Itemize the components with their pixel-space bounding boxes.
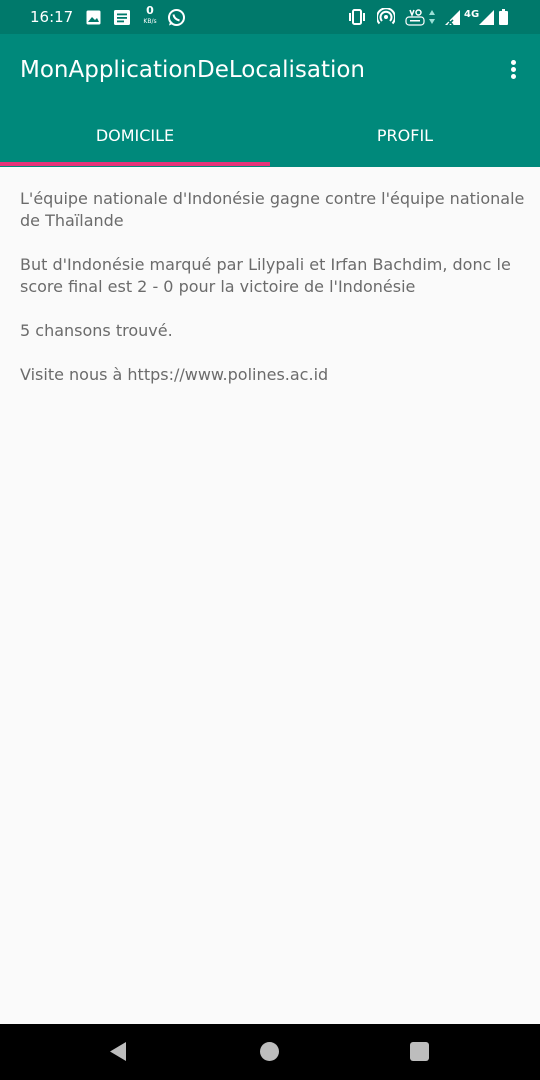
image-icon	[86, 8, 101, 26]
more-vert-dot	[511, 67, 516, 72]
tab-domicile[interactable]: DOMICILE	[0, 104, 270, 167]
app-title: MonApplicationDeLocalisation	[20, 57, 365, 83]
net-speed: 0 KB/s	[139, 4, 161, 26]
more-vert-icon[interactable]	[502, 55, 526, 85]
status-bar: 16:17 0 KB/s 4G	[0, 0, 540, 34]
recents-icon[interactable]	[410, 1042, 429, 1061]
message-icon	[114, 8, 130, 26]
network-type: 4G	[464, 8, 480, 20]
net-speed-value: 0	[146, 4, 154, 17]
content-area: L'équipe nationale d'Indonésie gagne con…	[20, 188, 525, 408]
hotspot-icon	[377, 8, 395, 26]
back-icon[interactable]	[108, 1041, 128, 1066]
songs-found-text: 5 chansons trouvé.	[20, 321, 173, 340]
tab-indicator	[0, 162, 270, 166]
home-icon[interactable]	[260, 1042, 279, 1061]
more-vert-dot	[511, 74, 516, 79]
status-time: 16:17	[30, 8, 74, 26]
more-vert-dot	[511, 60, 516, 65]
battery-icon	[499, 8, 508, 26]
news-headline: L'équipe nationale d'Indonésie gagne con…	[20, 189, 525, 230]
tab-profil[interactable]: PROFIL	[270, 104, 540, 167]
signal-icon	[444, 8, 461, 26]
data-arrows-icon	[428, 8, 436, 26]
vibrate-icon	[347, 8, 367, 26]
visit-link-text: Visite nous à https://www.polines.ac.id	[20, 365, 329, 384]
tab-bar: DOMICILE PROFIL	[0, 104, 540, 167]
news-details: But d'Indonésie marqué par Lilypali et I…	[20, 255, 511, 296]
app-bar: MonApplicationDeLocalisation	[0, 34, 540, 104]
whatsapp-icon	[167, 8, 186, 26]
nav-bar	[0, 1024, 540, 1080]
signal-icon-2	[478, 8, 495, 26]
net-speed-unit: KB/s	[143, 18, 157, 25]
volte-icon	[405, 8, 425, 26]
